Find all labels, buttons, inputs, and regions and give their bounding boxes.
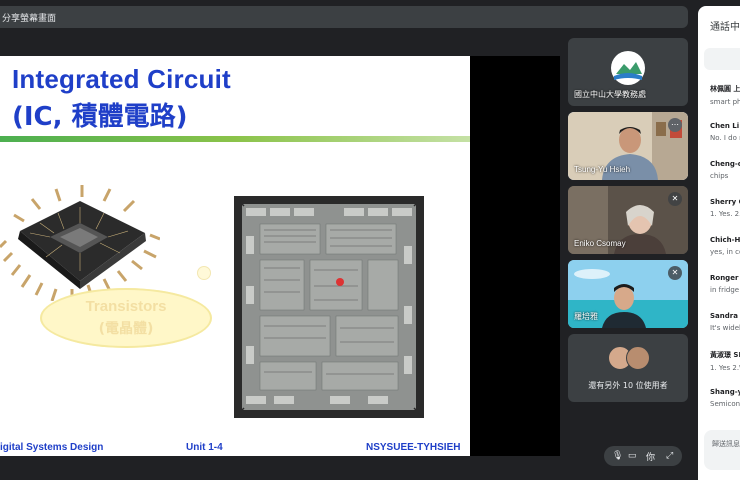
mic-muted-icon: ✕: [668, 266, 682, 280]
participant-name: Eniko Csomay: [574, 239, 626, 248]
chat-text: in fridge: [710, 286, 740, 294]
university-logo-icon: [611, 51, 645, 85]
more-options-icon[interactable]: ⋯: [668, 118, 682, 132]
chat-sender: Cheng-ch: [710, 160, 740, 168]
participant-tile-speaker[interactable]: ⋯ Tsung-Yu Hsieh: [568, 112, 688, 180]
chat-message: Sandra Y It's widely: [710, 312, 740, 332]
slide-title: Integrated Circuit: [12, 64, 231, 94]
chat-text: chips: [710, 172, 729, 180]
presentation-slide: Integrated Circuit (IC, 積體電路) Transistor…: [0, 56, 470, 456]
chat-message: 黃淑璟 SH 1. Yes 2.\: [710, 350, 740, 372]
chat-sender: Ronger H: [710, 274, 740, 282]
chat-text: 1. Yes 2.\: [710, 364, 740, 372]
ic-die-micrograph: [234, 196, 424, 418]
footer-author: NSYSUEE-TYHSIEH: [366, 442, 461, 453]
chat-message: Chen Li H No. I do n: [710, 122, 740, 142]
footer-course: igital Systems Design: [0, 442, 104, 453]
chat-text: Semicond: [710, 400, 740, 408]
chat-message: Sherry Ou 1. Yes. 2.: [710, 198, 740, 218]
participant-tile-third[interactable]: ✕ 羅培雅: [568, 260, 688, 328]
chat-panel: 通話中 林佩圓 上 smart phe Chen Li H No. I do n…: [698, 6, 740, 480]
transistors-callout: Transistors (電晶體): [40, 288, 212, 348]
chat-panel-title: 通話中: [710, 22, 740, 33]
participant-tile-logo[interactable]: 國立中山大學教務處: [568, 38, 688, 106]
self-view-controls: 🎙 ▭ 你 ⤢: [604, 446, 682, 466]
chat-text: 1. Yes. 2.: [710, 210, 740, 218]
chat-message: 林佩圓 上 smart phe: [710, 84, 740, 106]
chat-input-placeholder: 歸送訊息: [712, 440, 740, 448]
screen-share-label: 分享螢幕畫面: [2, 14, 57, 24]
callout-dot: [197, 266, 211, 280]
chat-sender: Sandra Y: [710, 312, 740, 320]
chat-sender: Chich-Hs: [710, 236, 740, 244]
participant-name: 羅培雅: [574, 312, 598, 321]
others-avatar: [626, 346, 650, 370]
slide-subtitle: (IC, 積體電路): [12, 102, 188, 132]
participant-tile-eniko[interactable]: ✕ Eniko Csomay: [568, 186, 688, 254]
footer-unit: Unit 1-4: [186, 442, 223, 453]
title-underline: [0, 136, 470, 142]
callout-line2: (電晶體): [98, 321, 154, 337]
screen-share-bar: 分享螢幕畫面: [0, 6, 688, 28]
chat-message: Ronger H in fridge: [710, 274, 740, 294]
mic-muted-icon: ✕: [668, 192, 682, 206]
self-label: 你: [646, 453, 656, 463]
callout-line1: Transistors: [85, 298, 167, 315]
chat-message: Shang-yu Semicond: [710, 388, 740, 408]
mic-off-icon[interactable]: 🎙: [612, 450, 623, 461]
shared-screen: Integrated Circuit (IC, 積體電路) Transistor…: [0, 56, 560, 456]
participant-name: 國立中山大學教務處: [574, 90, 646, 99]
expand-icon[interactable]: ⤢: [666, 450, 673, 461]
ic-chip-image: [0, 185, 160, 301]
chat-text: No. I do n: [710, 134, 740, 142]
chat-text: yes, in co: [710, 248, 740, 256]
chat-sender: 林佩圓 上: [710, 85, 740, 93]
camera-off-icon[interactable]: ▭: [628, 450, 637, 461]
chat-text: It's widely: [710, 324, 740, 332]
chat-notice-box: [704, 48, 740, 70]
chat-text: smart phe: [710, 98, 740, 106]
chat-message: Cheng-ch chips: [710, 160, 740, 180]
others-tile[interactable]: 還有另外 10 位使用者: [568, 334, 688, 402]
chat-sender: Shang-yu: [710, 388, 740, 396]
others-label: 還有另外 10 位使用者: [588, 381, 668, 390]
chat-message: Chich-Hs yes, in co: [710, 236, 740, 256]
chat-input[interactable]: 歸送訊息: [704, 430, 740, 470]
chat-sender: Sherry Ou: [710, 198, 740, 206]
participant-name: Tsung-Yu Hsieh: [574, 165, 631, 174]
chat-sender: 黃淑璟 SH: [710, 351, 740, 359]
chat-sender: Chen Li H: [710, 122, 740, 130]
